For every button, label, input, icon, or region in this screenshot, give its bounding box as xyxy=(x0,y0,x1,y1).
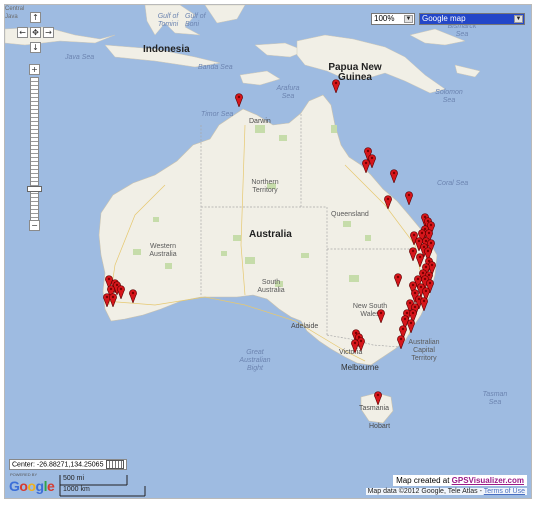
label-south-australia: South Australia xyxy=(257,279,285,294)
label-gulf-tomini: Gulf of Tomini xyxy=(157,13,179,28)
map-marker-icon[interactable] xyxy=(235,93,243,107)
map-marker-icon[interactable] xyxy=(362,159,370,173)
map-marker-icon[interactable] xyxy=(397,335,405,349)
zoom-slider-track[interactable] xyxy=(30,77,39,222)
scale-bar: 500 mi 1000 km xyxy=(59,474,149,498)
pan-up-icon[interactable]: ↑ xyxy=(30,12,41,23)
label-solomon-sea: Solomon Sea xyxy=(435,89,463,104)
label-australia: Australia xyxy=(249,229,292,240)
label-tasmania: Tasmania xyxy=(359,405,389,412)
terms-of-use-link[interactable]: Terms of Use xyxy=(484,488,525,495)
label-melbourne: Melbourne xyxy=(341,363,379,372)
chevron-down-icon: ▼ xyxy=(404,15,413,23)
zoom-in-icon[interactable]: + xyxy=(29,64,40,75)
map-canvas[interactable]: Java Sea Banda Sea Gulf of Tomini Gulf o… xyxy=(4,4,532,499)
label-java-sea: Java Sea xyxy=(65,54,95,61)
map-marker-icon[interactable] xyxy=(377,309,385,323)
pan-center-icon[interactable]: ✥ xyxy=(30,27,41,38)
zoom-level-value: 100% xyxy=(374,14,395,23)
scale-miles: 500 mi xyxy=(63,475,85,482)
label-coral-sea: Coral Sea xyxy=(437,180,469,187)
label-adelaide: Adelaide xyxy=(291,323,319,330)
label-timor-sea: Timor Sea xyxy=(201,111,234,118)
pan-right-icon[interactable]: → xyxy=(43,27,54,38)
zoom-slider-thumb[interactable] xyxy=(27,186,42,192)
map-credit: Map created at GPSVisualizer.com xyxy=(393,475,527,486)
map-marker-icon[interactable] xyxy=(420,297,428,311)
scale-km: 1000 km xyxy=(63,486,90,493)
label-tasman-sea: Tasman Sea xyxy=(482,391,508,406)
map-base xyxy=(5,5,481,424)
map-marker-icon[interactable] xyxy=(351,339,359,353)
label-new-south-wales: New South Wales xyxy=(352,303,388,318)
chevron-down-icon: ▼ xyxy=(514,15,523,23)
zoom-out-icon[interactable]: − xyxy=(29,220,40,231)
map-marker-icon[interactable] xyxy=(405,191,413,205)
map-type-value: Google map xyxy=(422,14,466,23)
map-marker-icon[interactable] xyxy=(117,285,125,299)
ruler-icon[interactable] xyxy=(106,460,125,469)
google-logo[interactable]: Google xyxy=(9,478,55,494)
powered-by-text: POWERED BY xyxy=(10,472,38,477)
map-marker-icon[interactable] xyxy=(394,273,402,287)
pan-down-icon[interactable]: ↓ xyxy=(30,42,41,53)
label-bismarck-sea: Bismarck Sea xyxy=(447,23,477,38)
pan-left-icon[interactable]: ← xyxy=(17,27,28,38)
zoom-level-select[interactable]: 100% ▼ xyxy=(371,13,415,25)
map-marker-icon[interactable] xyxy=(384,195,392,209)
label-queensland: Queensland xyxy=(331,211,369,218)
label-indonesia: Indonesia xyxy=(143,44,190,55)
label-hobart: Hobart xyxy=(369,423,391,430)
label-great-bight: Great Australian Bight xyxy=(239,349,271,372)
center-coordinates: Center: -26.88271,134.25065 xyxy=(9,459,128,471)
label-western-australia: Western Australia xyxy=(149,243,177,258)
map-marker-icon[interactable] xyxy=(332,79,340,93)
gpsvisualizer-link[interactable]: GPSVisualizer.com xyxy=(452,476,524,485)
map-marker-icon[interactable] xyxy=(129,289,137,303)
label-banda-sea: Banda Sea xyxy=(198,64,233,71)
map-data-text: Map data ©2012 Google, Tele Atlas - xyxy=(367,488,484,495)
map-marker-icon[interactable] xyxy=(390,169,398,183)
map-data-attribution: Map data ©2012 Google, Tele Atlas - Term… xyxy=(365,488,527,495)
map-type-select[interactable]: Google map ▼ xyxy=(419,13,525,25)
credit-prefix: Map created at xyxy=(396,476,452,485)
center-coordinates-text: Center: -26.88271,134.25065 xyxy=(12,461,104,469)
map-marker-icon[interactable] xyxy=(407,319,415,333)
label-darwin: Darwin xyxy=(249,118,271,125)
label-arafura-sea: Arafura Sea xyxy=(276,85,300,100)
label-northern-territory: Northern Territory xyxy=(251,179,279,194)
label-gulf-boni: Gulf of Boni xyxy=(185,13,206,28)
label-act: Australian Capital Territory xyxy=(408,339,440,362)
map-marker-icon[interactable] xyxy=(109,293,117,307)
map-marker-icon[interactable] xyxy=(374,391,382,405)
zoom-pan-control: ↑ ← ✥ → ↓ + − xyxy=(9,10,54,231)
